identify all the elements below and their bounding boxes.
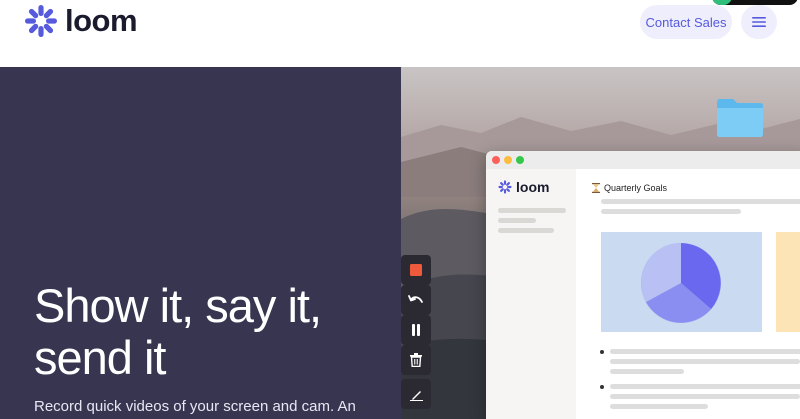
text-placeholder-line bbox=[601, 199, 800, 204]
window-logo: loom bbox=[498, 179, 549, 195]
loom-starburst-icon bbox=[25, 5, 57, 37]
stop-record-icon bbox=[410, 264, 422, 276]
stop-record-button[interactable] bbox=[401, 255, 431, 285]
hamburger-icon bbox=[752, 17, 766, 27]
hourglass-icon bbox=[592, 183, 600, 193]
undo-button[interactable] bbox=[401, 285, 431, 315]
delete-button[interactable] bbox=[401, 345, 431, 375]
pie-chart-graphic bbox=[641, 243, 721, 323]
sidebar-placeholder-line bbox=[498, 228, 554, 233]
pen-icon bbox=[409, 390, 423, 401]
document-title: Quarterly Goals bbox=[592, 183, 667, 193]
window-sidebar: loom bbox=[486, 169, 576, 419]
contact-sales-button[interactable]: Contact Sales bbox=[640, 5, 732, 39]
list-bullet bbox=[600, 385, 604, 389]
pie-chart-card bbox=[601, 232, 762, 332]
undo-icon bbox=[408, 295, 423, 303]
close-dot[interactable] bbox=[492, 156, 500, 164]
window-logo-wordmark: loom bbox=[516, 179, 550, 195]
headline-line-2: send it bbox=[34, 331, 166, 384]
draw-button[interactable] bbox=[401, 379, 431, 409]
hero-subcopy: Record quick videos of your screen and c… bbox=[34, 398, 356, 415]
secondary-card bbox=[776, 232, 800, 332]
trash-icon bbox=[410, 353, 422, 367]
maximize-dot[interactable] bbox=[516, 156, 524, 164]
page: loom Contact Sales Show it, say it, send… bbox=[0, 0, 800, 419]
minimize-dot[interactable] bbox=[504, 156, 512, 164]
document-title-text: Quarterly Goals bbox=[604, 183, 668, 193]
recorder-toolbar bbox=[401, 251, 431, 411]
text-placeholder-line bbox=[610, 349, 800, 354]
sidebar-placeholder-line bbox=[498, 208, 566, 213]
pause-icon bbox=[412, 324, 420, 336]
loom-starburst-icon bbox=[498, 180, 512, 194]
sidebar-placeholder-line bbox=[498, 218, 536, 223]
top-nav: loom Contact Sales bbox=[0, 0, 800, 67]
pause-button[interactable] bbox=[401, 315, 431, 345]
hero-headline: Show it, say it, send it bbox=[34, 280, 394, 384]
app-window-mockup: loom Quarterly Goals bbox=[486, 151, 800, 419]
text-placeholder-line bbox=[610, 384, 800, 389]
folder-icon[interactable] bbox=[715, 98, 765, 138]
text-placeholder-line bbox=[610, 394, 800, 399]
text-placeholder-line bbox=[601, 209, 741, 214]
text-placeholder-line bbox=[610, 404, 708, 409]
list-bullet bbox=[600, 350, 604, 354]
text-placeholder-line bbox=[610, 369, 684, 374]
loom-logo[interactable]: loom bbox=[24, 3, 138, 38]
text-placeholder-line bbox=[610, 359, 800, 364]
menu-button[interactable] bbox=[741, 5, 777, 39]
window-titlebar bbox=[486, 151, 800, 169]
logo-wordmark: loom bbox=[65, 3, 138, 38]
headline-line-1: Show it, say it, bbox=[34, 279, 322, 332]
